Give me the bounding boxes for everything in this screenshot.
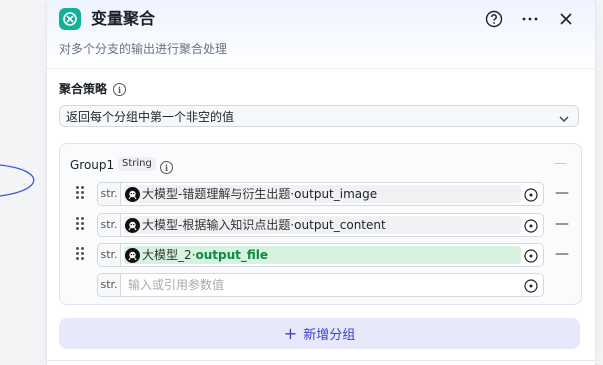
reference-source: 大模型_2 <box>142 248 192 262</box>
divider <box>47 360 595 361</box>
strategy-select[interactable]: 返回每个分组中第一个非空的值 <box>59 105 579 127</box>
input-placeholder: 输入或引用参数值 <box>128 278 225 292</box>
reference-source: 大模型-根据输入知识点出题 <box>142 218 291 232</box>
drag-handle-icon[interactable] <box>76 247 84 261</box>
group-collapse-dash[interactable]: — <box>554 156 567 171</box>
strategy-selected-value: 返回每个分组中第一个非空的值 <box>66 110 235 124</box>
group-type-tag: String <box>118 157 156 171</box>
reference-chip[interactable]: 大模型-根据输入知识点出题 · output_content <box>124 216 521 234</box>
remove-row-button[interactable]: — <box>555 216 569 232</box>
llm-node-icon <box>125 186 140 202</box>
aggregator-node-icon <box>59 8 81 30</box>
remove-row-button[interactable]: — <box>555 246 569 262</box>
variable-row: str. 大模型-根据输入知识点出题 · output_content — <box>60 213 581 237</box>
variable-picker-icon[interactable] <box>524 187 538 202</box>
ellipsis-icon[interactable] <box>519 8 541 30</box>
variable-aggregator-panel: 变量聚合 对多个分支的输出进行聚合处理 聚合策略 i 返回每个分组中第一个非空的值 <box>46 0 596 365</box>
close-icon[interactable] <box>555 8 577 30</box>
type-prefix: str. <box>98 244 121 266</box>
llm-node-icon <box>125 217 140 233</box>
reference-variable: output_file <box>195 248 269 262</box>
remove-row-button[interactable]: — <box>555 185 569 201</box>
add-group-label: 新增分组 <box>303 328 356 343</box>
chevron-down-icon <box>558 110 570 132</box>
reference-variable: output_content <box>294 218 386 232</box>
variable-row: str. 大模型-错题理解与衍生出题 · output_image — <box>60 182 581 206</box>
node-title[interactable]: 变量聚合 <box>91 8 155 30</box>
strategy-label-text: 聚合策略 <box>59 82 108 96</box>
type-prefix: str. <box>98 214 121 236</box>
variable-reference-field[interactable]: str. 大模型-根据输入知识点出题 · output_content <box>97 213 544 237</box>
drag-handle-icon[interactable] <box>76 186 84 200</box>
question-circle-icon[interactable] <box>483 8 505 30</box>
strategy-label: 聚合策略 i <box>59 80 127 98</box>
variable-row-empty: str. 输入或引用参数值 <box>60 273 581 297</box>
variable-row: str. 大模型_2 · output_file — <box>60 243 581 267</box>
reference-source: 大模型-错题理解与衍生出题 <box>142 187 291 201</box>
group-card: Group1 String i — str. 大模型-错题理解与衍生出题 · o… <box>59 143 582 305</box>
variable-reference-field[interactable]: str. 大模型-错题理解与衍生出题 · output_image <box>97 182 544 206</box>
reference-chip-highlighted[interactable]: 大模型_2 · output_file <box>124 246 521 264</box>
variable-picker-icon[interactable] <box>524 278 538 293</box>
variable-picker-icon[interactable] <box>524 248 538 263</box>
type-prefix: str. <box>98 183 121 205</box>
plus-icon: + <box>283 324 298 343</box>
reference-variable: output_image <box>294 187 378 201</box>
type-prefix: str. <box>98 274 121 296</box>
variable-picker-icon[interactable] <box>524 218 538 233</box>
variable-input-field[interactable]: str. 输入或引用参数值 <box>97 273 544 297</box>
info-icon[interactable]: i <box>160 161 173 174</box>
group-info-wrap: i <box>160 157 173 176</box>
info-icon[interactable]: i <box>113 83 127 96</box>
group-name[interactable]: Group1 <box>70 157 114 173</box>
canvas-connection-curve <box>0 164 35 197</box>
node-description: 对多个分支的输出进行聚合处理 <box>59 42 228 56</box>
variable-reference-field[interactable]: str. 大模型_2 · output_file <box>97 243 544 267</box>
reference-chip[interactable]: 大模型-错题理解与衍生出题 · output_image <box>124 185 521 203</box>
llm-node-icon <box>125 247 140 263</box>
drag-handle-icon[interactable] <box>76 217 84 231</box>
panel-header: 变量聚合 对多个分支的输出进行聚合处理 <box>47 0 595 69</box>
add-group-button[interactable]: + 新增分组 <box>59 318 580 349</box>
